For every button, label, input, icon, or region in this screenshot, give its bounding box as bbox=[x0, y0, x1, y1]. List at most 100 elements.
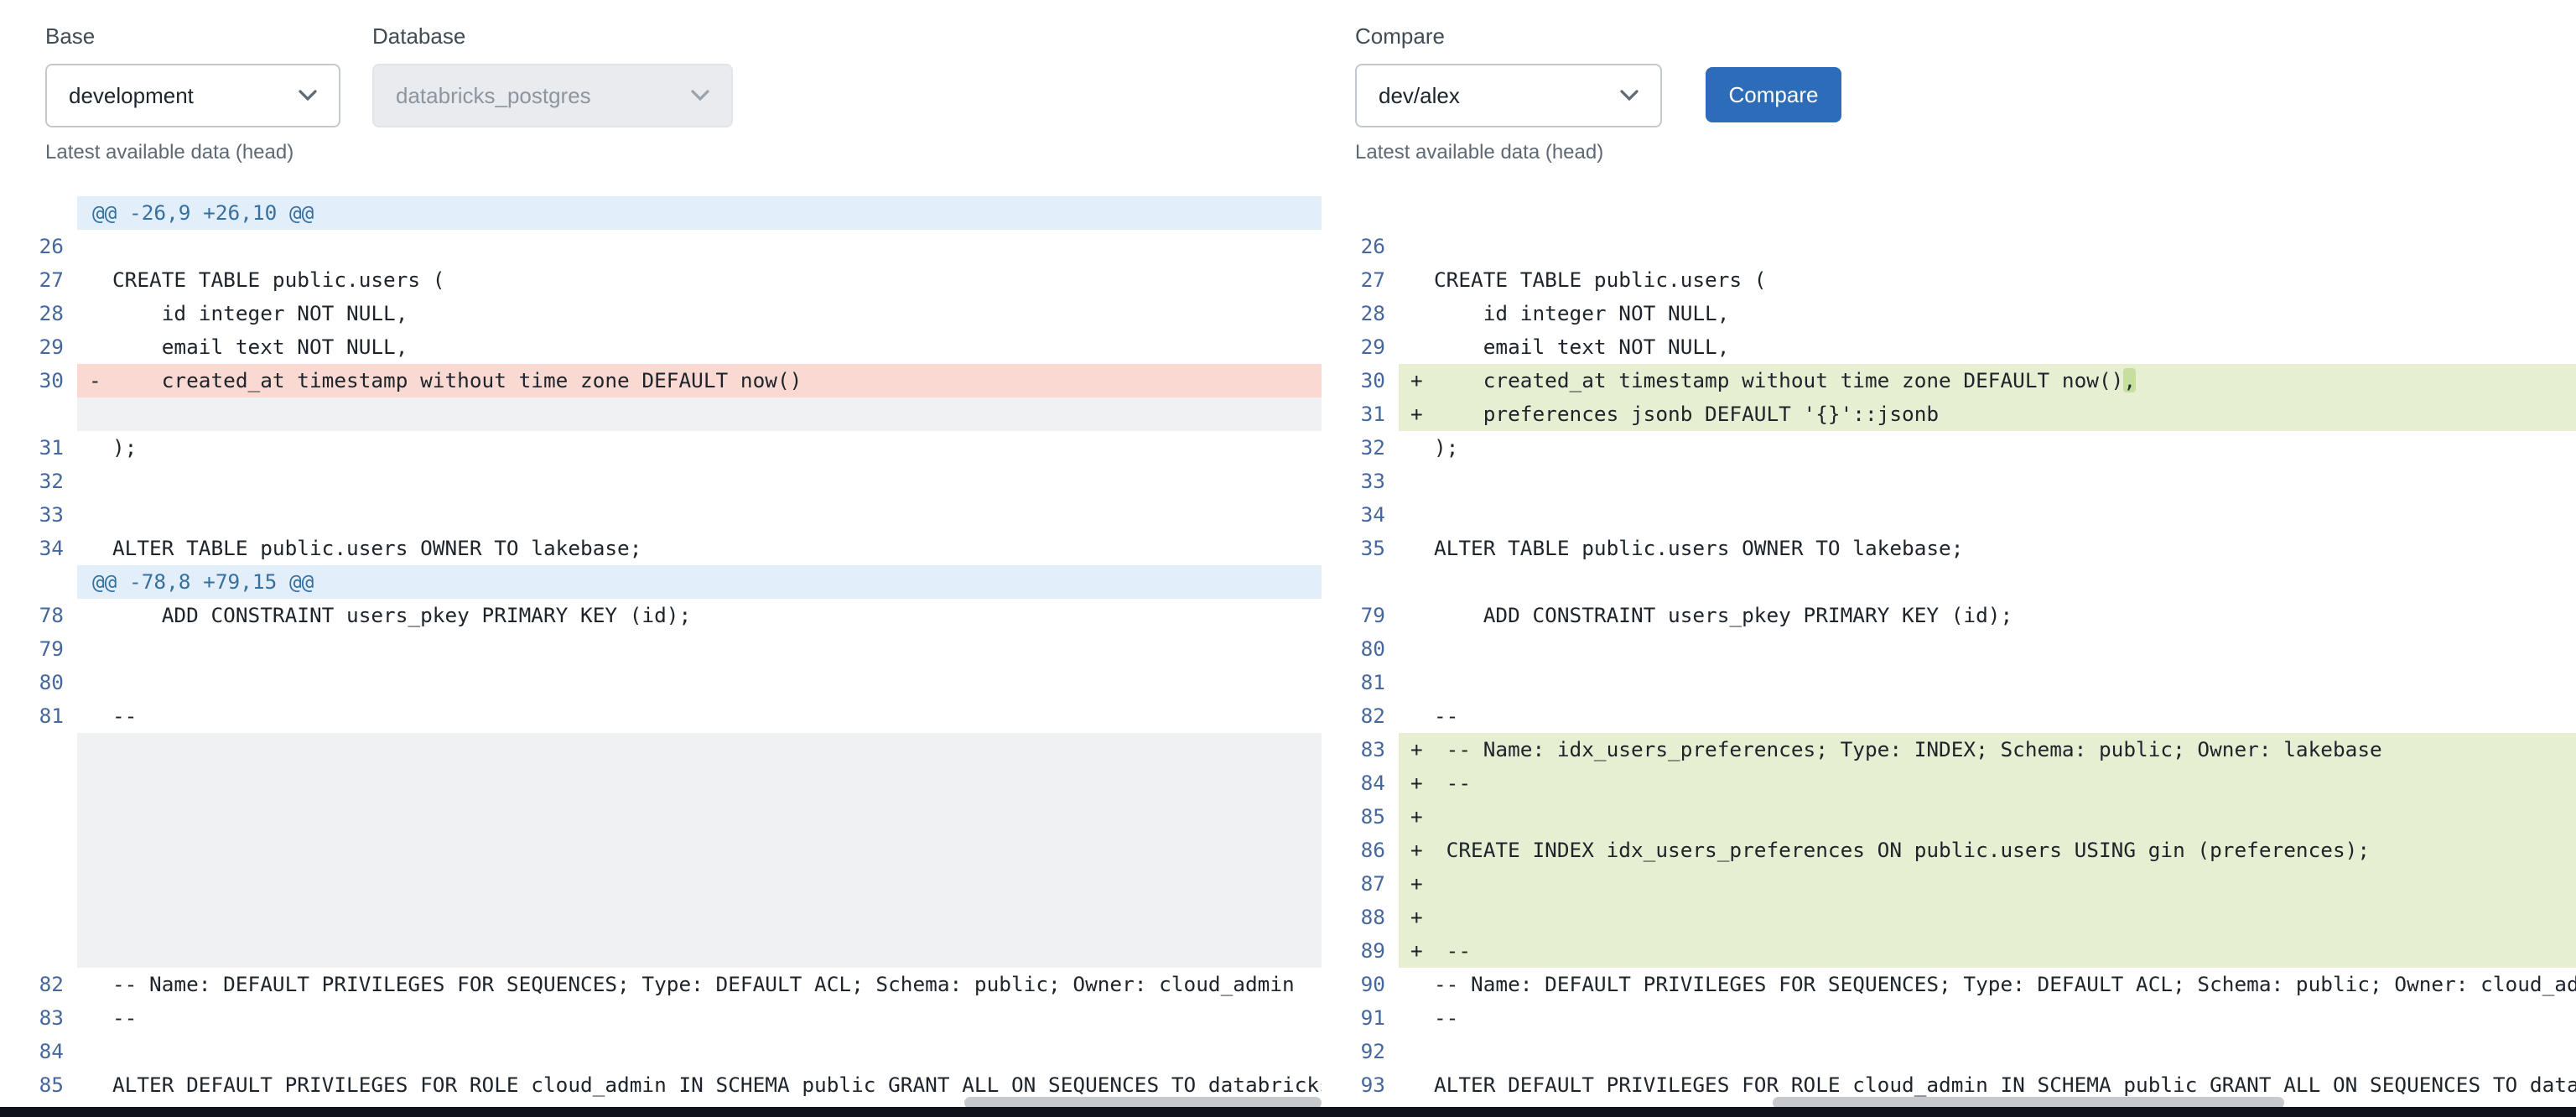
line-number bbox=[0, 397, 77, 431]
line-number: 84 bbox=[1342, 766, 1399, 800]
chevron-down-icon bbox=[1620, 90, 1639, 101]
pane-divider bbox=[1322, 934, 1342, 968]
line-number: 85 bbox=[0, 1068, 77, 1102]
diff-row: 29 email text NOT NULL,29 email text NOT… bbox=[0, 330, 2576, 364]
database-select-value: databricks_postgres bbox=[396, 83, 591, 109]
line-number: 87 bbox=[1342, 867, 1399, 901]
line-number: 82 bbox=[1342, 699, 1399, 733]
code-line: + bbox=[1399, 867, 2576, 901]
code-line bbox=[77, 766, 1322, 800]
code-line bbox=[77, 666, 1322, 699]
diff-row: 85+ bbox=[0, 800, 2576, 834]
line-number: 81 bbox=[1342, 666, 1399, 699]
pane-divider bbox=[1322, 330, 1342, 364]
code-line bbox=[1399, 465, 2576, 498]
line-number: 33 bbox=[1342, 465, 1399, 498]
diff-row: @@ -78,8 +79,15 @@ bbox=[0, 565, 2576, 599]
diff-row: 82-- Name: DEFAULT PRIVILEGES FOR SEQUEN… bbox=[0, 968, 2576, 1001]
code-line bbox=[1399, 196, 2576, 230]
code-line: -- Name: DEFAULT PRIVILEGES FOR SEQUENCE… bbox=[1399, 968, 2576, 1001]
code-line: id integer NOT NULL, bbox=[1399, 297, 2576, 330]
code-line: email text NOT NULL, bbox=[1399, 330, 2576, 364]
code-line bbox=[77, 632, 1322, 666]
pane-divider bbox=[1322, 834, 1342, 867]
line-number: 83 bbox=[0, 1001, 77, 1035]
line-number bbox=[1342, 565, 1399, 599]
line-number bbox=[0, 901, 77, 934]
code-line bbox=[77, 733, 1322, 766]
compare-hint: Latest available data (head) bbox=[1355, 141, 1603, 164]
pane-divider bbox=[1322, 1001, 1342, 1035]
line-number: 79 bbox=[1342, 599, 1399, 632]
diff-row: 2626 bbox=[0, 230, 2576, 263]
compare-select[interactable]: dev/alex bbox=[1355, 64, 1662, 127]
line-number bbox=[0, 565, 77, 599]
line-number: 80 bbox=[0, 666, 77, 699]
code-line: -- bbox=[1399, 699, 2576, 733]
line-number bbox=[0, 196, 77, 230]
compare-button[interactable]: Compare bbox=[1706, 67, 1841, 122]
pane-divider bbox=[1322, 1068, 1342, 1102]
code-line: + bbox=[1399, 901, 2576, 934]
code-line bbox=[1399, 565, 2576, 599]
line-number: 92 bbox=[1342, 1035, 1399, 1068]
diff-row: 31+ preferences jsonb DEFAULT '{}'::json… bbox=[0, 397, 2576, 431]
line-number: 30 bbox=[1342, 364, 1399, 397]
diff-row: @@ -26,9 +26,10 @@ bbox=[0, 196, 2576, 230]
base-select[interactable]: development bbox=[45, 64, 340, 127]
line-number: 85 bbox=[1342, 800, 1399, 834]
line-number: 27 bbox=[1342, 263, 1399, 297]
code-line: ALTER TABLE public.users OWNER TO lakeba… bbox=[77, 532, 1322, 565]
code-line: + CREATE INDEX idx_users_preferences ON … bbox=[1399, 834, 2576, 867]
code-line bbox=[1399, 230, 2576, 263]
line-number: 86 bbox=[1342, 834, 1399, 867]
diff-row: 83+ -- Name: idx_users_preferences; Type… bbox=[0, 733, 2576, 766]
code-line: email text NOT NULL, bbox=[77, 330, 1322, 364]
pane-divider bbox=[1322, 364, 1342, 397]
database-label: Database bbox=[372, 23, 465, 49]
diff-row: 84+ -- bbox=[0, 766, 2576, 800]
code-line: ); bbox=[1399, 431, 2576, 465]
code-line bbox=[77, 834, 1322, 867]
code-line: + preferences jsonb DEFAULT '{}'::jsonb bbox=[1399, 397, 2576, 431]
code-line: + -- bbox=[1399, 766, 2576, 800]
toolbar: Base development Latest available data (… bbox=[0, 0, 2576, 196]
pane-divider bbox=[1322, 230, 1342, 263]
line-number: 33 bbox=[0, 498, 77, 532]
pane-divider bbox=[1322, 498, 1342, 532]
line-number: 34 bbox=[1342, 498, 1399, 532]
pane-divider bbox=[1322, 532, 1342, 565]
line-number: 32 bbox=[1342, 431, 1399, 465]
code-line bbox=[1399, 632, 2576, 666]
line-number: 91 bbox=[1342, 1001, 1399, 1035]
pane-divider bbox=[1322, 666, 1342, 699]
code-line: + created_at timestamp without time zone… bbox=[1399, 364, 2576, 397]
code-line bbox=[77, 1035, 1322, 1068]
code-line: + bbox=[1399, 800, 2576, 834]
diff-row: 33 34 bbox=[0, 498, 2576, 532]
line-number: 93 bbox=[1342, 1068, 1399, 1102]
hunk-header: @@ -26,9 +26,10 @@ bbox=[77, 196, 1322, 230]
code-line bbox=[77, 498, 1322, 532]
pane-divider bbox=[1322, 632, 1342, 666]
pane-divider bbox=[1322, 699, 1342, 733]
code-line: -- bbox=[77, 699, 1322, 733]
code-line bbox=[77, 397, 1322, 431]
code-line bbox=[77, 901, 1322, 934]
line-number: 27 bbox=[0, 263, 77, 297]
pane-divider bbox=[1322, 599, 1342, 632]
compare-label: Compare bbox=[1355, 23, 1445, 49]
code-line bbox=[77, 230, 1322, 263]
diff-row: 83--91-- bbox=[0, 1001, 2576, 1035]
line-number bbox=[1342, 196, 1399, 230]
line-number: 31 bbox=[1342, 397, 1399, 431]
code-line bbox=[77, 800, 1322, 834]
diff-row: 81--82-- bbox=[0, 699, 2576, 733]
pane-divider bbox=[1322, 901, 1342, 934]
diff-row: 8492 bbox=[0, 1035, 2576, 1068]
pane-divider bbox=[1322, 297, 1342, 330]
line-number: 28 bbox=[1342, 297, 1399, 330]
line-number bbox=[0, 834, 77, 867]
pane-divider bbox=[1322, 766, 1342, 800]
line-number: 34 bbox=[0, 532, 77, 565]
